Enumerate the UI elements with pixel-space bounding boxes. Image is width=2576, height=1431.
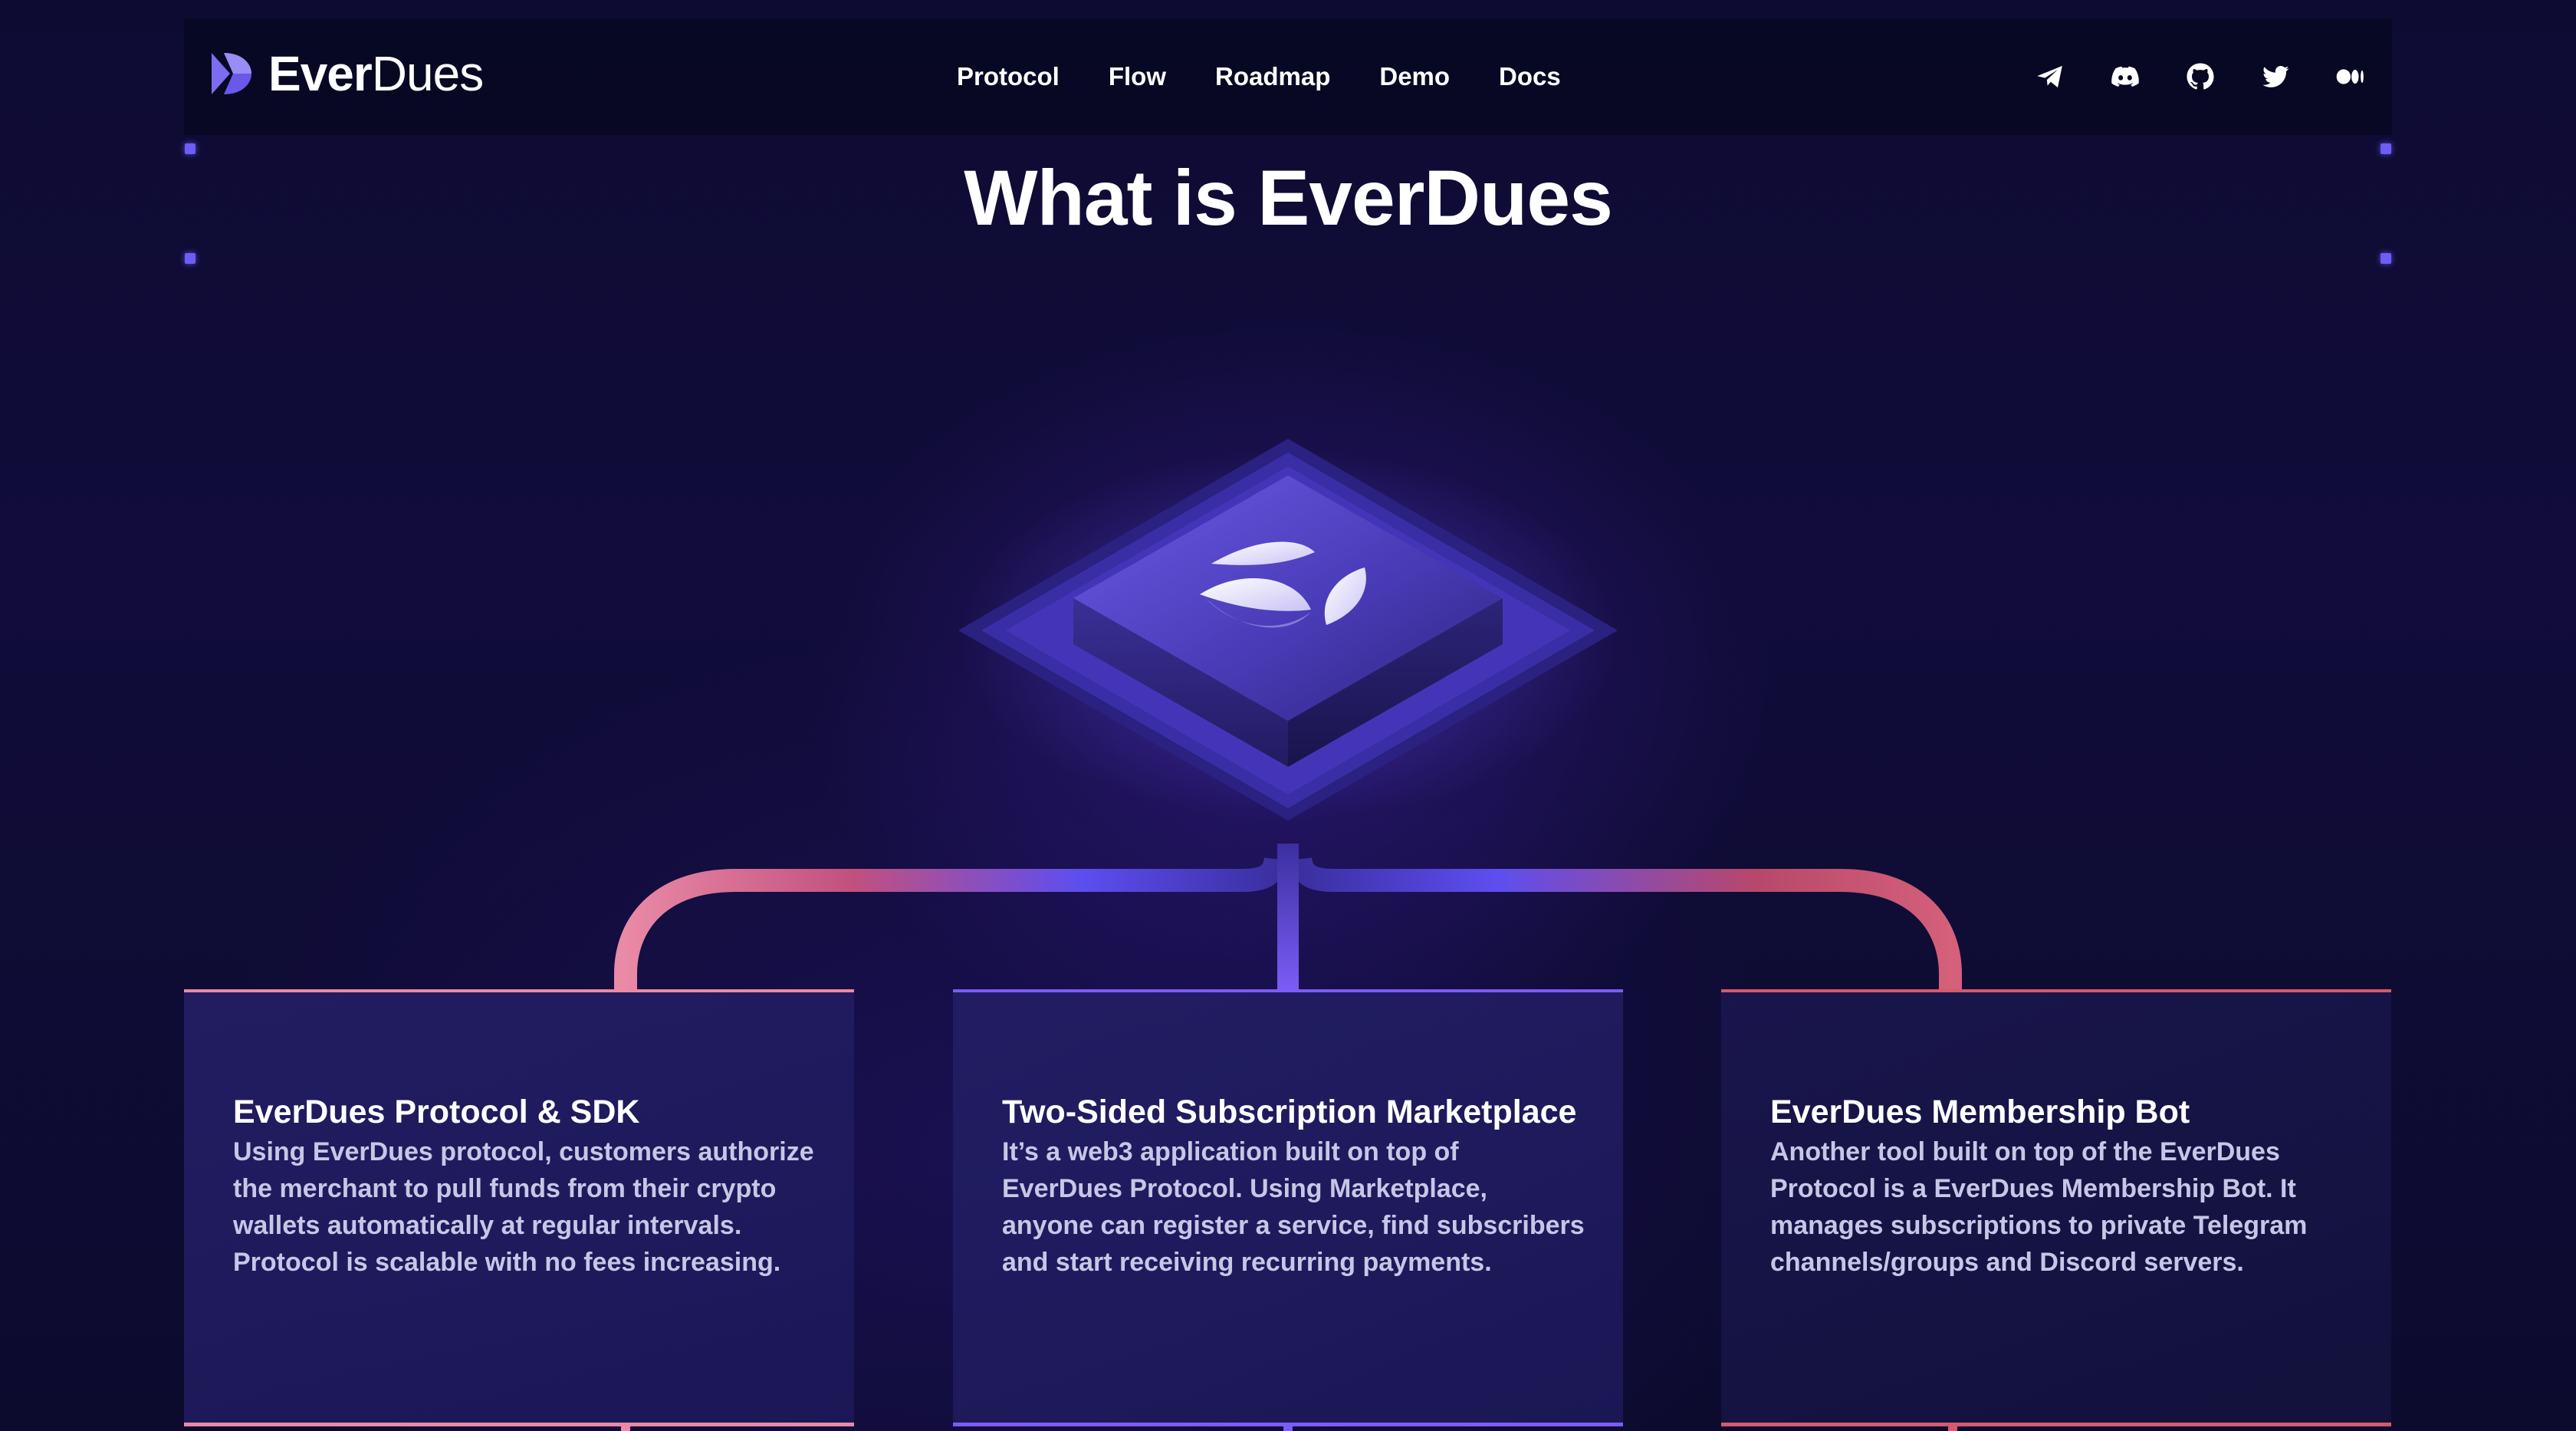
decor-dot bbox=[185, 143, 196, 154]
card-top-border bbox=[1721, 989, 2391, 992]
nav-flow[interactable]: Flow bbox=[1109, 62, 1166, 91]
decor-dot bbox=[2380, 253, 2391, 264]
card-subscription-marketplace: Two-Sided Subscription Marketplace It’s … bbox=[953, 989, 1623, 1431]
brand-logo[interactable]: EverDues bbox=[207, 46, 484, 101]
card-connector-stub bbox=[621, 1426, 630, 1431]
nav-docs[interactable]: Docs bbox=[1499, 62, 1561, 91]
connector-lines bbox=[614, 844, 1962, 989]
card-top-border bbox=[953, 989, 1623, 992]
card-title: EverDues Membership Bot Another tool bui… bbox=[1770, 1091, 2353, 1281]
card-title-text: EverDues Membership Bot bbox=[1770, 1094, 2190, 1130]
card-title: Two-Sided Subscription Marketplace It’s … bbox=[1002, 1091, 1585, 1281]
isometric-platform-illustration bbox=[958, 439, 1618, 821]
card-bottom-border bbox=[184, 1423, 854, 1426]
card-description: Another tool built on top of the EverDue… bbox=[1770, 1137, 2308, 1277]
social-links bbox=[1993, 18, 2369, 135]
brand-name-part2: Dues bbox=[371, 46, 484, 101]
card-title-text: EverDues Protocol & SDK bbox=[233, 1094, 640, 1130]
card-title-text: Two-Sided Subscription Marketplace bbox=[1002, 1094, 1577, 1130]
card-top-border bbox=[184, 989, 854, 992]
nav-protocol[interactable]: Protocol bbox=[957, 62, 1060, 91]
card-connector-stub bbox=[1948, 1426, 1957, 1431]
main-nav: Protocol Flow Roadmap Demo Docs bbox=[957, 18, 1610, 135]
brand-name-part1: Ever bbox=[268, 46, 373, 101]
discord-icon[interactable] bbox=[2107, 58, 2144, 95]
github-icon[interactable] bbox=[2182, 58, 2219, 95]
site-header: EverDues Protocol Flow Roadmap Demo Docs bbox=[184, 18, 2392, 135]
nav-roadmap[interactable]: Roadmap bbox=[1215, 62, 1330, 91]
card-description: It’s a web3 application built on top of … bbox=[1002, 1137, 1585, 1277]
card-description: Using EverDues protocol, customers autho… bbox=[233, 1137, 814, 1277]
card-membership-bot: EverDues Membership Bot Another tool bui… bbox=[1721, 989, 2391, 1431]
page: EverDues Protocol Flow Roadmap Demo Docs bbox=[0, 0, 2576, 1431]
twitter-icon[interactable] bbox=[2257, 58, 2294, 95]
telegram-icon[interactable] bbox=[2032, 58, 2068, 95]
brand-name: EverDues bbox=[268, 46, 484, 101]
medium-icon[interactable] bbox=[2332, 58, 2369, 95]
card-protocol-sdk: EverDues Protocol & SDK Using EverDues p… bbox=[184, 989, 854, 1431]
decor-dot bbox=[185, 253, 196, 264]
everdues-logo-icon bbox=[212, 53, 251, 94]
card-bottom-border bbox=[1721, 1423, 2391, 1426]
card-connector-stub bbox=[1283, 1426, 1293, 1431]
decor-dot bbox=[2380, 143, 2391, 154]
card-title: EverDues Protocol & SDK Using EverDues p… bbox=[233, 1091, 816, 1281]
nav-demo[interactable]: Demo bbox=[1379, 62, 1450, 91]
section-title: What is EverDues bbox=[964, 154, 1613, 242]
